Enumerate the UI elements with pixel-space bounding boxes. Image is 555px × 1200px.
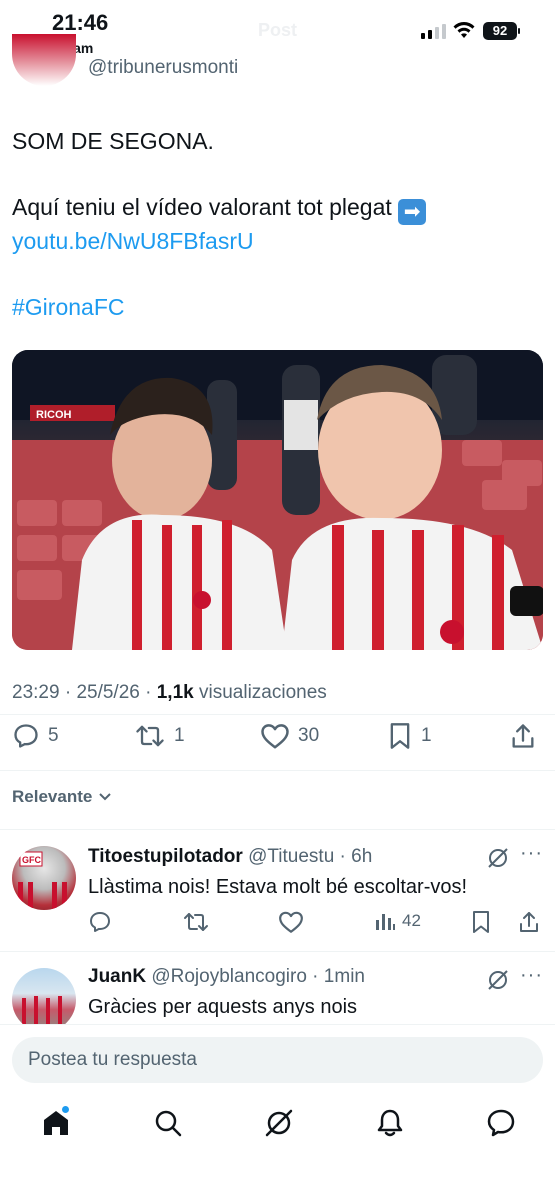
reply-author-handle[interactable]: @Tituestu [248, 846, 334, 867]
nav-notifications[interactable] [376, 1108, 404, 1143]
reply-item[interactable]: JuanK @Rojoyblancogiro · 1min ··· Gràcie… [0, 952, 555, 1024]
grok-icon[interactable] [486, 968, 510, 992]
svg-text:RICOH: RICOH [36, 409, 72, 421]
sort-label: Relevante [12, 787, 93, 806]
nav-messages[interactable] [486, 1108, 516, 1143]
status-bar: Post 21:46 ◀ Instagram 92 [0, 0, 555, 62]
grok-icon [265, 1109, 293, 1137]
wifi-icon [453, 22, 475, 38]
status-time: 21:46 [52, 10, 109, 35]
nav-search[interactable] [153, 1108, 183, 1143]
like-button[interactable]: 30 [260, 722, 319, 750]
post-line-2: Aquí teniu el vídeo valorant tot plegat … [12, 191, 542, 225]
grok-icon[interactable] [486, 846, 510, 870]
search-icon [155, 1110, 182, 1137]
reply-repost-button[interactable] [182, 910, 210, 934]
post-text: SOM DE SEGONA. Aquí teniu el vídeo valor… [12, 125, 542, 324]
reply-author-name[interactable]: Titoestupilotador [88, 846, 243, 867]
post-line-1: SOM DE SEGONA. [12, 128, 214, 154]
reply-icon [90, 912, 110, 932]
sort-dropdown[interactable]: Relevante [12, 787, 112, 807]
reply-item[interactable]: GFC Titoestupilotador @Tituestu · 6h ···… [0, 830, 555, 950]
svg-text:GFC: GFC [22, 855, 41, 865]
reply-reply-button[interactable] [88, 910, 112, 934]
reply-input[interactable] [12, 1037, 543, 1083]
reply-share-button[interactable] [518, 910, 540, 934]
author-handle[interactable]: @tribunerusmonti [88, 57, 238, 79]
repost-button[interactable]: 1 [134, 722, 185, 750]
post-actions: 5 1 30 1 [12, 722, 542, 762]
reply-time: 1min [323, 966, 365, 987]
post-time: 23:29 [12, 682, 60, 703]
divider [0, 770, 555, 771]
reply-author-name[interactable]: JuanK [88, 966, 146, 987]
repost-count: 1 [174, 725, 185, 746]
analytics-icon [376, 914, 395, 930]
reply-bookmark-button[interactable] [470, 910, 492, 934]
battery-tip [518, 28, 520, 34]
reply-compose-bar [0, 1024, 555, 1094]
post-link[interactable]: youtu.be/NwU8FBfasrU [12, 225, 542, 258]
post-date: 25/5/26 [76, 682, 140, 703]
reply-text: Gràcies per aquests anys nois [88, 996, 358, 1018]
messages-icon [487, 1109, 515, 1137]
notifications-icon [377, 1109, 403, 1137]
avatar-photo: GFC [18, 851, 67, 910]
reply-text: Llàstima nois! Estava molt bé escoltar-v… [88, 876, 468, 898]
cellular-signal-icon [421, 24, 446, 39]
photo-illustration: RICOH [12, 350, 543, 650]
reply-avatar[interactable] [12, 968, 76, 1024]
like-count: 30 [298, 725, 320, 746]
repost-icon [184, 913, 208, 931]
bookmark-icon [390, 723, 410, 749]
chevron-down-icon [99, 793, 112, 801]
views-count: 1,1k [156, 682, 194, 703]
youtube-link[interactable]: youtu.be/NwU8FBfasrU [12, 228, 254, 254]
bookmark-count: 1 [421, 725, 432, 746]
bookmark-button[interactable]: 1 [387, 722, 432, 750]
reply-icon [14, 724, 38, 748]
divider [0, 714, 555, 715]
reply-views-button[interactable]: 42 [374, 910, 421, 932]
avatar-photo [22, 996, 62, 1024]
reply-time: 6h [351, 846, 373, 867]
more-options-icon[interactable]: ··· [520, 842, 543, 865]
reply-header: Titoestupilotador @Tituestu · 6h [88, 846, 373, 867]
reply-like-button[interactable] [278, 910, 304, 934]
post-meta: 23:29 · 25/5/26 · 1,1k visualizaciones [12, 682, 327, 703]
share-button[interactable] [510, 722, 536, 750]
reply-author-handle[interactable]: @Rojoyblancogiro [151, 966, 307, 987]
share-icon [512, 724, 534, 748]
author-avatar[interactable] [12, 34, 76, 86]
heart-icon [261, 724, 289, 749]
reply-actions: 42 [88, 910, 543, 940]
repost-icon [136, 725, 164, 747]
reply-button[interactable]: 5 [12, 722, 59, 750]
battery-indicator: 92 [483, 22, 517, 40]
reply-views-count: 42 [402, 911, 421, 930]
nav-grok[interactable] [264, 1108, 294, 1143]
nav-home[interactable] [42, 1106, 70, 1143]
hashtag-link[interactable]: #GironaFC [12, 294, 124, 320]
more-options-icon[interactable]: ··· [520, 964, 543, 987]
reply-avatar[interactable]: GFC [12, 846, 76, 910]
home-notification-dot [62, 1106, 69, 1113]
post-photo[interactable]: RICOH [12, 350, 543, 650]
bottom-navigation [0, 1094, 555, 1200]
share-icon [520, 912, 538, 932]
reply-header: JuanK @Rojoyblancogiro · 1min [88, 966, 365, 987]
bookmark-icon [473, 911, 489, 933]
right-arrow-emoji-icon: ➡ [398, 199, 427, 225]
heart-icon [279, 911, 303, 933]
views-label: visualizaciones [199, 682, 327, 703]
post-line-2-text: Aquí teniu el vídeo valorant tot plegat [12, 194, 392, 220]
reply-count: 5 [48, 725, 59, 746]
